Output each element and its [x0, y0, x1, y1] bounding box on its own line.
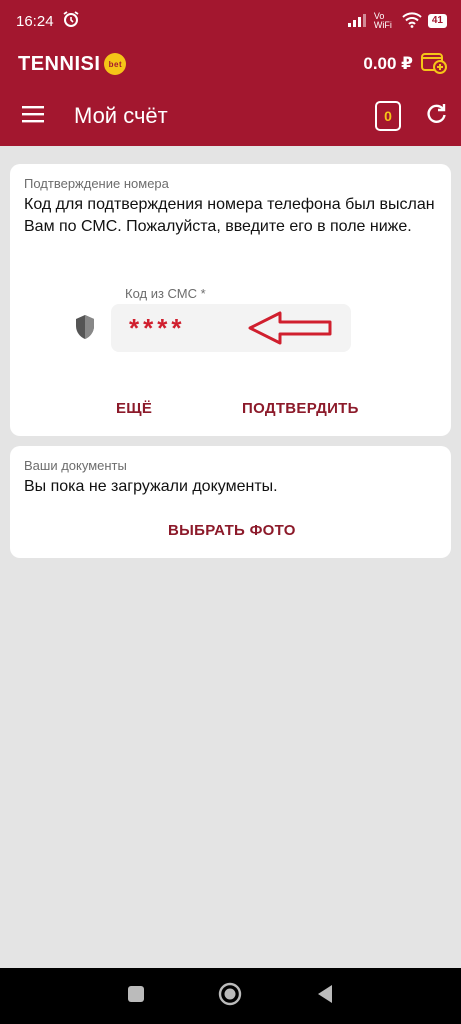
- nav-square-icon[interactable]: [127, 985, 145, 1008]
- logo-text: TENNISI: [18, 52, 101, 75]
- balance[interactable]: 0.00 ₽: [363, 50, 447, 79]
- resend-more-button[interactable]: ЕЩЁ: [116, 400, 152, 417]
- balance-amount: 0.00 ₽: [363, 54, 413, 73]
- refresh-icon[interactable]: [425, 103, 447, 130]
- documents-card: Ваши документы Вы пока не загружали доку…: [10, 446, 451, 558]
- signal-icon: [347, 13, 368, 29]
- wallet-add-icon[interactable]: [421, 50, 447, 79]
- battery-icon: 41: [427, 14, 447, 28]
- confirm-button[interactable]: ПОДТВЕРДИТЬ: [242, 400, 359, 417]
- phone-confirm-label: Подтверждение номера: [24, 176, 169, 191]
- phone-confirm-card: Подтверждение номера Код для подтвержден…: [10, 164, 451, 436]
- coupon-icon[interactable]: 0: [375, 101, 401, 131]
- documents-label: Ваши документы: [24, 458, 127, 473]
- bet-badge: bet: [104, 53, 127, 75]
- status-left: 16:24: [16, 10, 80, 32]
- documents-text: Вы пока не загружали документы.: [24, 478, 278, 495]
- status-bar: 16:24 Vo WiFi 41: [0, 0, 461, 42]
- select-photo-button[interactable]: ВЫБРАТЬ ФОТО: [168, 522, 296, 539]
- network-label: Vo WiFi: [373, 11, 392, 30]
- app-logo[interactable]: TENNISI bet: [18, 52, 127, 76]
- alarm-icon: [62, 10, 80, 32]
- brand-bar: TENNISI bet 0.00 ₽: [0, 42, 461, 86]
- status-time: 16:24: [16, 12, 54, 30]
- wifi-icon: [402, 12, 422, 30]
- toolbar-actions: 0: [375, 101, 447, 131]
- status-right: Vo WiFi 41: [347, 11, 447, 30]
- arrow-left-icon: [246, 310, 334, 351]
- phone-confirm-text: Код для подтверждения номера телефона бы…: [24, 196, 435, 235]
- nav-back-icon[interactable]: [316, 984, 334, 1009]
- page-title: Мой счёт: [74, 103, 168, 128]
- system-nav-bar: [0, 968, 461, 1024]
- nav-circle-icon[interactable]: [218, 982, 242, 1011]
- sms-code-value: ****: [129, 312, 186, 343]
- sms-code-label: Код из СМС *: [125, 286, 206, 301]
- app-toolbar: Мой счёт 0: [0, 86, 461, 146]
- menu-icon[interactable]: [22, 105, 44, 128]
- shield-icon: [74, 314, 96, 345]
